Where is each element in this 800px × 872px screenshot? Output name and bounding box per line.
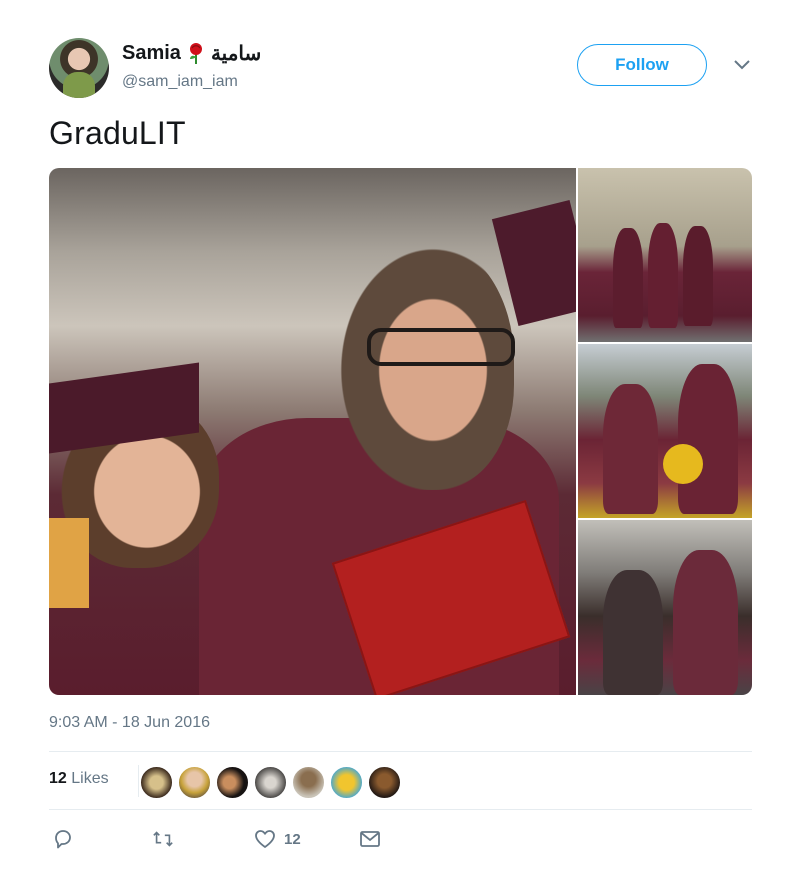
reply-icon [55, 830, 71, 849]
liker-avatar[interactable] [140, 766, 173, 799]
liker-avatar[interactable] [292, 766, 325, 799]
likes-label: Likes [71, 770, 109, 787]
likes-separator [138, 765, 139, 797]
divider [49, 809, 752, 810]
rose-icon [187, 42, 205, 65]
retweet-button[interactable] [152, 828, 174, 850]
divider [49, 751, 752, 752]
photo-middle-right[interactable] [578, 344, 752, 518]
message-button[interactable] [359, 828, 381, 850]
photo-top-right[interactable] [578, 168, 752, 342]
retweet-icon [153, 831, 173, 847]
liker-avatar[interactable] [330, 766, 363, 799]
action-bar: 12 [49, 828, 381, 850]
likes-number: 12 [49, 770, 67, 787]
user-name-row[interactable]: Samia سامية [122, 41, 261, 66]
liker-avatar[interactable] [216, 766, 249, 799]
photo-bottom-right[interactable] [578, 520, 752, 695]
tweet-timestamp[interactable]: 9:03 AM - 18 Jun 2016 [49, 714, 210, 732]
likes-count[interactable]: 12 Likes [49, 770, 109, 788]
display-name[interactable]: Samia [122, 42, 181, 65]
heart-icon [255, 830, 275, 848]
liker-avatars [140, 766, 401, 799]
follow-button[interactable]: Follow [577, 44, 707, 86]
chevron-down-icon[interactable] [732, 58, 752, 72]
tweet-text: GraduLIT [49, 115, 186, 151]
tweet-card: Samia سامية @sam_iam_iam Follow GraduLIT [0, 0, 800, 872]
liker-avatar[interactable] [254, 766, 287, 799]
display-name-arabic: سامية [210, 43, 262, 65]
like-count: 12 [284, 830, 301, 848]
like-button[interactable]: 12 [254, 828, 301, 850]
liker-avatar[interactable] [368, 766, 401, 799]
user-handle[interactable]: @sam_iam_iam [122, 73, 238, 91]
avatar[interactable] [49, 38, 109, 98]
reply-button[interactable] [52, 828, 74, 850]
media-grid [49, 168, 752, 695]
liker-avatar[interactable] [178, 766, 211, 799]
mail-icon [359, 831, 380, 847]
photo-main[interactable] [49, 168, 576, 695]
